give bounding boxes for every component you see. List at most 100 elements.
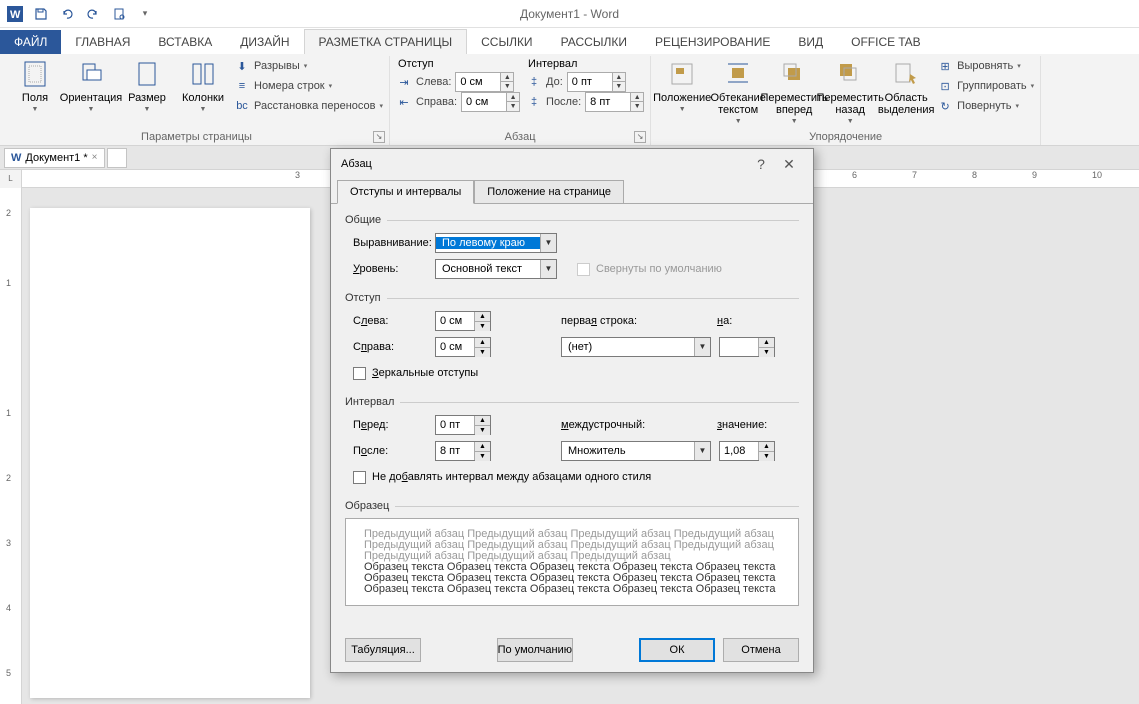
columns-button[interactable]: Колонки ▼ <box>176 56 230 115</box>
line-spacing-label: междустрочный: <box>561 419 681 431</box>
before-spinner[interactable]: ▲▼ <box>435 415 491 435</box>
tab-review[interactable]: РЕЦЕНЗИРОВАНИЕ <box>641 30 784 54</box>
line-numbers-button[interactable]: ≡Номера строк▾ <box>232 76 385 96</box>
up-icon[interactable]: ▲ <box>613 73 625 82</box>
spacing-after-spinner[interactable]: ▲▼ <box>585 92 644 112</box>
touch-mode-icon[interactable] <box>108 3 130 25</box>
orientation-button[interactable]: Ориентация ▼ <box>64 56 118 115</box>
dropdown-icon[interactable]: ▼ <box>540 234 556 252</box>
level-label: Уровень: <box>345 263 435 275</box>
up-icon[interactable]: ▲ <box>475 442 490 452</box>
up-icon[interactable]: ▲ <box>759 338 774 348</box>
doc-tab-1[interactable]: W Документ1 * × <box>4 148 105 168</box>
send-backward-button[interactable]: Переместить назад▼ <box>823 56 877 127</box>
help-button[interactable]: ? <box>747 156 775 172</box>
after-spinner[interactable]: ▲▼ <box>435 441 491 461</box>
redo-icon[interactable] <box>82 3 104 25</box>
new-tab-button[interactable] <box>107 148 127 168</box>
margins-icon <box>19 58 51 90</box>
spacing-before-icon: ‡ <box>526 74 542 90</box>
tab-officetab[interactable]: OFFICE TAB <box>837 30 935 54</box>
bring-forward-button[interactable]: Переместить вперед▼ <box>767 56 821 127</box>
group-objects-button[interactable]: ⊡Группировать▾ <box>935 76 1036 96</box>
tab-mailings[interactable]: РАССЫЛКИ <box>547 30 641 54</box>
document-page[interactable] <box>30 208 310 698</box>
first-line-by-spinner[interactable]: ▲▼ <box>719 337 775 357</box>
up-icon[interactable]: ▲ <box>631 93 643 102</box>
page-setup-launcher[interactable]: ↘ <box>373 131 385 143</box>
down-icon[interactable]: ▼ <box>759 348 774 357</box>
indent-left-spinner[interactable]: ▲▼ <box>435 311 491 331</box>
rotate-button[interactable]: ↻Повернуть▾ <box>935 96 1036 116</box>
wrap-text-button[interactable]: Обтекание текстом▼ <box>711 56 765 127</box>
tab-design[interactable]: ДИЗАЙН <box>226 30 303 54</box>
dropdown-icon: ▼ <box>735 118 742 125</box>
no-same-style-checkbox[interactable]: Не добавлять интервал между абзацами одн… <box>345 471 651 484</box>
level-combo[interactable]: Основной текст ▼ <box>435 259 557 279</box>
tab-layout[interactable]: РАЗМЕТКА СТРАНИЦЫ <box>304 29 468 54</box>
indent-left-spinner[interactable]: ▲▼ <box>455 72 514 92</box>
ruler-vertical[interactable]: 2 1 1 2 3 4 5 <box>0 188 22 704</box>
at-spinner[interactable]: ▲▼ <box>719 441 775 461</box>
tab-home[interactable]: ГЛАВНАЯ <box>61 30 144 54</box>
dialog-tab-position[interactable]: Положение на странице <box>474 180 624 204</box>
indent-right-spinner[interactable]: ▲▼ <box>461 92 520 112</box>
down-icon[interactable]: ▼ <box>475 426 490 435</box>
tab-file[interactable]: ФАЙЛ <box>0 30 61 54</box>
dialog-tab-indents[interactable]: Отступы и интервалы <box>337 180 474 204</box>
breaks-button[interactable]: ⬇Разрывы▾ <box>232 56 385 76</box>
spacing-before-spinner[interactable]: ▲▼ <box>567 72 626 92</box>
cancel-button[interactable]: Отмена <box>723 638 799 662</box>
first-line-combo[interactable]: (нет) ▼ <box>561 337 711 357</box>
position-button[interactable]: Положение▼ <box>655 56 709 115</box>
undo-icon[interactable] <box>56 3 78 25</box>
dialog-titlebar[interactable]: Абзац ? ✕ <box>331 149 813 179</box>
fieldset-indent: Отступ Слева: ▲▼ первая строка: на: Спра… <box>345 292 799 384</box>
size-button[interactable]: Размер ▼ <box>120 56 174 115</box>
group-arrange: Положение▼ Обтекание текстом▼ Переместит… <box>651 56 1041 145</box>
close-button[interactable]: ✕ <box>775 156 803 173</box>
alignment-combo[interactable]: По левому краю ▼ <box>435 233 557 253</box>
fieldset-preview: Образец Предыдущий абзац Предыдущий абза… <box>345 500 799 606</box>
up-icon[interactable]: ▲ <box>759 442 774 452</box>
mirror-indents-checkbox[interactable]: Зеркальные отступы <box>345 367 478 380</box>
down-icon[interactable]: ▼ <box>631 102 643 111</box>
margins-button[interactable]: Поля ▼ <box>8 56 62 115</box>
tab-references[interactable]: ССЫЛКИ <box>467 30 546 54</box>
tab-view[interactable]: ВИД <box>784 30 837 54</box>
dropdown-icon[interactable]: ▼ <box>694 338 710 356</box>
up-icon[interactable]: ▲ <box>507 93 519 102</box>
save-icon[interactable] <box>30 3 52 25</box>
down-icon[interactable]: ▼ <box>507 102 519 111</box>
selection-pane-button[interactable]: Область выделения <box>879 56 933 118</box>
breaks-icon: ⬇ <box>234 58 250 74</box>
selection-pane-icon <box>890 58 922 90</box>
indent-right-spinner[interactable]: ▲▼ <box>435 337 491 357</box>
up-icon[interactable]: ▲ <box>475 416 490 426</box>
up-icon[interactable]: ▲ <box>475 312 490 322</box>
close-icon[interactable]: × <box>92 152 98 163</box>
up-icon[interactable]: ▲ <box>501 73 513 82</box>
line-spacing-combo[interactable]: Множитель ▼ <box>561 441 711 461</box>
dropdown-icon[interactable]: ▼ <box>540 260 556 278</box>
ok-button[interactable]: ОК <box>639 638 715 662</box>
align-button[interactable]: ⊞Выровнять▾ <box>935 56 1036 76</box>
down-icon[interactable]: ▼ <box>613 82 625 91</box>
tab-insert[interactable]: ВСТАВКА <box>144 30 226 54</box>
down-icon[interactable]: ▼ <box>501 82 513 91</box>
up-icon[interactable]: ▲ <box>475 338 490 348</box>
default-button[interactable]: По умолчанию <box>497 638 573 662</box>
down-icon[interactable]: ▼ <box>475 452 490 461</box>
hyphenation-button[interactable]: bcРасстановка переносов▾ <box>232 96 385 116</box>
down-icon[interactable]: ▼ <box>759 452 774 461</box>
down-icon[interactable]: ▼ <box>475 348 490 357</box>
qat-customize-icon[interactable]: ▾ <box>134 3 156 25</box>
paragraph-dialog: Абзац ? ✕ Отступы и интервалы Положение … <box>330 148 814 673</box>
group-label-paragraph: Абзац <box>505 131 536 143</box>
paragraph-launcher[interactable]: ↘ <box>634 131 646 143</box>
indent-left-label: Слева: <box>345 315 435 327</box>
orientation-icon <box>75 58 107 90</box>
tabs-button[interactable]: Табуляция... <box>345 638 421 662</box>
down-icon[interactable]: ▼ <box>475 322 490 331</box>
dropdown-icon[interactable]: ▼ <box>694 442 710 460</box>
